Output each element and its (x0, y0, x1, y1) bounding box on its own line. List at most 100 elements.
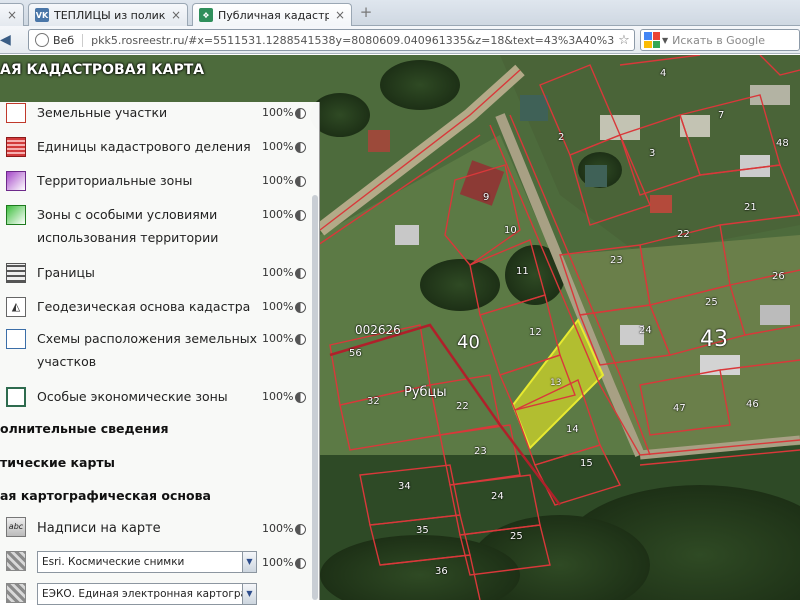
parcel-label: 56 (349, 348, 362, 359)
vk-icon: VK (35, 8, 49, 22)
parcel-label: 11 (516, 266, 529, 277)
parcel-label: 35 (416, 525, 429, 536)
basemap-select-value: ЕЭКО. Единая электронная картографи (42, 588, 257, 600)
parcel-label: 2 (558, 132, 565, 143)
parcel-label: 9 (483, 192, 490, 203)
layer-opacity-value: 100% (262, 266, 294, 279)
layer-swatch-icon[interactable] (6, 171, 26, 191)
bookmark-star-icon[interactable]: ☆ (614, 33, 634, 48)
parcel-label: 14 (566, 424, 579, 435)
close-tab-icon[interactable]: × (1, 8, 17, 22)
parcel-label: 32 (367, 396, 380, 407)
layer-label: Геодезическая основа кадастра (37, 299, 251, 314)
parcel-label: 23 (474, 446, 487, 457)
parcel-label: 25 (510, 531, 523, 542)
address-scheme-label: Веб (53, 33, 84, 47)
opacity-toggle-icon[interactable] (295, 392, 306, 403)
layer-swatch-icon[interactable] (6, 387, 26, 407)
parcel-label: 4 (660, 68, 667, 79)
layer-opacity-value: 100% (262, 140, 294, 153)
layer-swatch-icon[interactable]: ◭ (6, 297, 26, 317)
layer-opacity-value: 100% (262, 556, 294, 569)
parcel-label: 3 (649, 148, 656, 159)
opacity-toggle-icon[interactable] (295, 108, 306, 119)
panel-section-header[interactable]: олнительные сведения (0, 421, 168, 436)
cadastral-quarter-label: 002626 (355, 323, 401, 337)
opacity-toggle-icon[interactable] (295, 334, 306, 345)
close-tab-icon[interactable]: × (165, 8, 181, 22)
chevron-down-icon[interactable]: ▼ (242, 584, 256, 604)
rosreestr-icon: ❖ (199, 8, 213, 22)
parcel-label: 46 (746, 399, 759, 410)
parcel-label: 10 (504, 225, 517, 236)
basemap-thumbnail-icon[interactable] (6, 551, 26, 571)
layer-label: Зоны с особыми условиями использования т… (37, 207, 219, 245)
google-icon[interactable] (644, 32, 660, 48)
parcel-label: 22 (677, 229, 690, 240)
opacity-toggle-icon[interactable] (295, 524, 306, 535)
layer-swatch-icon[interactable] (6, 329, 26, 349)
layer-opacity-value: 100% (262, 300, 294, 313)
new-tab-button[interactable]: + (357, 5, 375, 21)
parcel-label: 7 (718, 110, 725, 121)
labels-layer-icon[interactable]: abc (6, 517, 26, 537)
layer-swatch-icon[interactable] (6, 137, 26, 157)
cadastral-block-label: 43 (700, 327, 728, 352)
address-bar[interactable]: Веб pkk5.rosreestr.ru/#x=5511531.1288541… (28, 29, 635, 51)
parcel-label: 34 (398, 481, 411, 492)
layer-opacity-value: 100% (262, 522, 294, 535)
layer-opacity-value: 100% (262, 390, 294, 403)
layer-label: Особые экономические зоны (37, 389, 228, 404)
basemap-thumbnail-icon[interactable] (6, 583, 26, 603)
panel-title: АЯ КАДАСТРОВАЯ КАРТА (0, 62, 205, 78)
layer-swatch-icon[interactable] (6, 205, 26, 225)
tab-label: ТЕПЛИЦЫ из поликарбо (54, 8, 165, 22)
tab-cadastral-map[interactable]: ❖ Публичная кадастрова × (192, 3, 352, 26)
opacity-toggle-icon[interactable] (295, 302, 306, 313)
layer-opacity-value: 100% (262, 332, 294, 345)
basemap-select[interactable]: ЕЭКО. Единая электронная картографи ▼ (37, 583, 257, 605)
chevron-down-icon[interactable]: ▼ (242, 552, 256, 572)
parcel-label: 24 (639, 325, 652, 336)
parcel-label: 36 (435, 566, 448, 577)
panel-section-header[interactable]: ая картографическая основа (0, 488, 211, 503)
parcel-label: 15 (580, 458, 593, 469)
basemap-select[interactable]: Esri. Космические снимки ▼ (37, 551, 257, 573)
back-button[interactable]: ◀ (0, 30, 18, 50)
opacity-toggle-icon[interactable] (295, 268, 306, 279)
settlement-label: Рубцы (404, 385, 447, 400)
search-box[interactable]: ▼ Искать в Google (640, 29, 800, 51)
parcel-label: 21 (744, 202, 757, 213)
parcel-label: 23 (610, 255, 623, 266)
url-text[interactable]: pkk5.rosreestr.ru/#x=5511531.1288541538y… (91, 34, 614, 47)
opacity-toggle-icon[interactable] (295, 176, 306, 187)
layer-opacity-value: 100% (262, 106, 294, 119)
layer-label: Территориальные зоны (37, 173, 193, 188)
parcel-label: 26 (772, 271, 785, 282)
layer-swatch-icon[interactable] (6, 103, 26, 123)
tab-greenhouses[interactable]: VK ТЕПЛИЦЫ из поликарбо × (28, 3, 188, 26)
panel-section-header[interactable]: тические карты (0, 455, 115, 470)
selected-parcel-label[interactable]: 13 (550, 378, 561, 388)
layer-label: Границы (37, 265, 95, 280)
layer-label: Единицы кадастрового деления (37, 139, 251, 154)
panel-scrollbar[interactable] (312, 195, 318, 600)
search-input[interactable]: Искать в Google (672, 34, 765, 47)
globe-icon (35, 33, 49, 47)
search-engine-dropdown-icon[interactable]: ▼ (662, 36, 668, 45)
layer-label: Схемы расположения земельных участков (37, 331, 258, 369)
basemap-select-value: Esri. Космические снимки (42, 556, 185, 568)
tab-previous[interactable]: × (0, 3, 24, 26)
parcel-label: 12 (529, 327, 542, 338)
tab-label: Публичная кадастрова (218, 8, 329, 22)
opacity-toggle-icon[interactable] (295, 558, 306, 569)
layer-swatch-icon[interactable] (6, 263, 26, 283)
close-tab-icon[interactable]: × (329, 8, 345, 22)
layer-opacity-value: 100% (262, 174, 294, 187)
layer-label: Земельные участки (37, 105, 168, 120)
opacity-toggle-icon[interactable] (295, 142, 306, 153)
parcel-label: 24 (491, 491, 504, 502)
layer-opacity-value: 100% (262, 208, 294, 221)
parcel-label: 47 (673, 403, 686, 414)
opacity-toggle-icon[interactable] (295, 210, 306, 221)
